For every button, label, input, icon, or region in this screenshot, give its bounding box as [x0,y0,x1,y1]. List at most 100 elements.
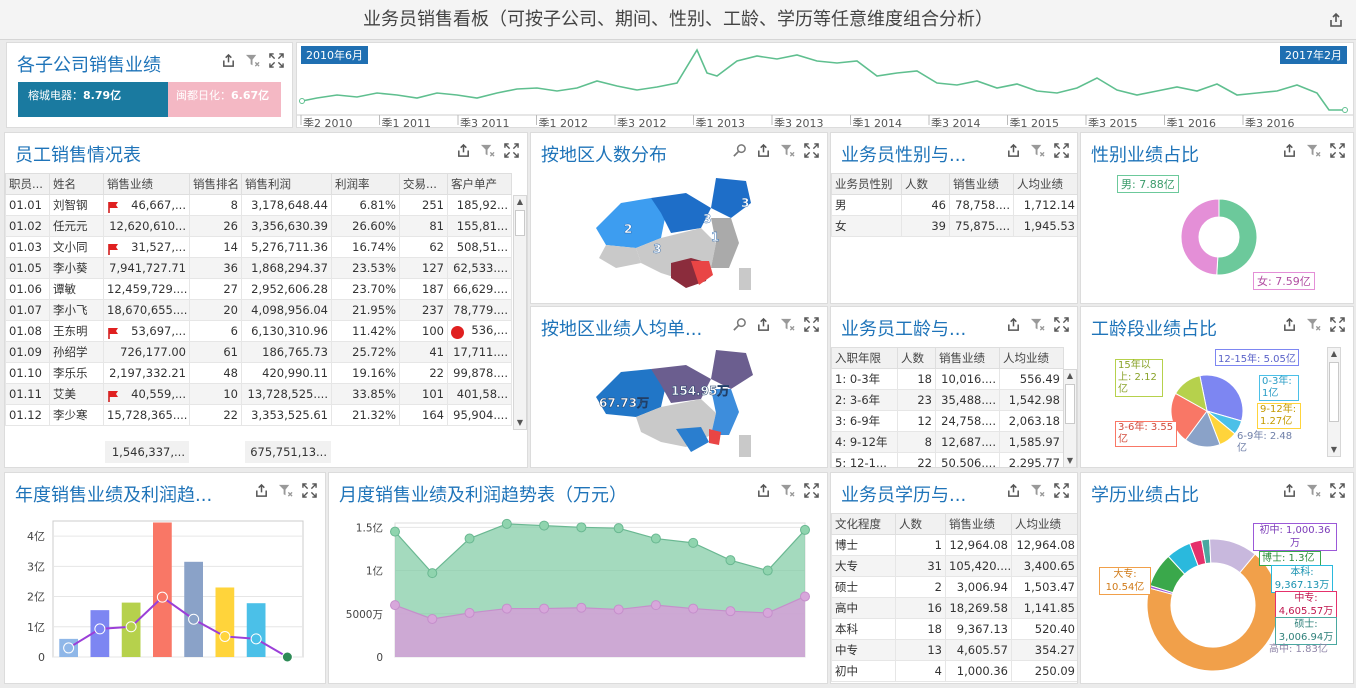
column-header[interactable]: 人均业绩 [1011,513,1077,535]
share-icon[interactable] [1282,143,1297,158]
fullscreen-icon[interactable] [804,143,819,158]
column-header[interactable]: 人均业绩 [1013,173,1077,195]
column-header[interactable]: 人数 [897,347,936,369]
column-header[interactable]: 销售业绩 [949,173,1014,195]
table-row[interactable]: 硕士 2 3,006.94 1,503.47 [831,576,1077,598]
table-row[interactable]: 初中 4 1,000.36 250.09 [831,660,1077,682]
zoom-icon[interactable] [732,317,747,332]
share-icon[interactable] [1006,143,1021,158]
fullscreen-icon[interactable] [1330,317,1345,332]
filter-clear-icon[interactable] [480,143,495,158]
table-row[interactable]: 01.11 艾美 40,559,... 10 13,728,525.... 33.85% 1… [5,383,512,405]
share-icon[interactable] [1328,12,1344,28]
monthly-area-chart[interactable]: 1.5亿 1亿 5000万 0 [329,513,827,683]
table-row[interactable]: 01.09 孙绍学 726,177.00 61 186,765.73 25.72% 41 17… [5,341,512,363]
filter-clear-icon[interactable] [1306,483,1321,498]
table-row[interactable]: 01.07 李小飞 18,670,655.... 20 4,098,956.04 21.9… [5,299,512,321]
fullscreen-icon[interactable] [804,317,819,332]
filter-clear-icon[interactable] [1030,483,1045,498]
filter-clear-icon[interactable] [278,483,293,498]
table-row[interactable]: 男 46 78,758.... 1,712.14 [831,194,1077,216]
china-map[interactable]: 154.95万 67.73万 [591,347,771,465]
filter-clear-icon[interactable] [780,317,795,332]
table-cell: 9,367.13 [945,618,1012,640]
branch-bar-1[interactable]: 榕城电器：8.79亿 [18,82,168,117]
china-map[interactable]: 2 3 3 3 1 [591,173,771,301]
column-header[interactable]: 客户单产 [447,173,512,195]
column-header[interactable]: 职员... [5,173,50,195]
staff-table-scrollbar[interactable]: ▲ ▼ [513,195,527,430]
share-icon[interactable] [1282,483,1297,498]
filter-clear-icon[interactable] [1306,317,1321,332]
share-icon[interactable] [1282,317,1297,332]
table-row[interactable]: 3: 6-9年 12 24,758.... 2,063.18 [831,410,1064,432]
table-row[interactable]: 01.03 文小同 31,527,... 14 5,276,711.36 16.74% 62… [5,236,512,258]
table-row[interactable]: 01.01 刘智钢 46,667,... 8 3,178,648.44 6.81% 251 1… [5,194,512,216]
column-header[interactable]: 销售业绩 [103,173,190,195]
column-header[interactable]: 文化程度 [831,513,896,535]
table-row[interactable]: 01.06 谭敏 12,459,729.... 27 2,952,606.28 23.70… [5,278,512,300]
share-icon[interactable] [1006,483,1021,498]
table-row[interactable]: 01.08 王东明 53,697,... 6 6,130,310.96 11.42% 100… [5,320,512,342]
table-row[interactable]: 2: 3-6年 23 35,488.... 1,542.98 [831,389,1064,411]
column-header[interactable]: 销售排名 [189,173,242,195]
share-icon[interactable] [1006,317,1021,332]
table-row[interactable]: 01.12 李少寒 15,728,365.... 22 3,353,525.61 21.3… [5,404,512,426]
fullscreen-icon[interactable] [504,143,519,158]
fullscreen-icon[interactable] [1330,483,1345,498]
fullscreen-icon[interactable] [1054,317,1069,332]
column-header[interactable]: 销售业绩 [945,513,1012,535]
area-point [762,607,773,618]
tenure-pie-scrollbar[interactable]: ▲ ▼ [1327,347,1341,457]
table-row[interactable]: 博士 1 12,964.08 12,964.08 [831,534,1077,556]
column-header[interactable]: 销售利润 [241,173,332,195]
share-icon[interactable] [254,483,269,498]
table-row[interactable]: 01.10 李乐乐 2,197,332.21 48 420,990.11 19.16% 22… [5,362,512,384]
table-row[interactable]: 01.05 李小葵 7,941,727.71 36 1,868,294.37 23.53%… [5,257,512,279]
share-icon[interactable] [756,143,771,158]
gender-table: 业务员性别 人数 销售业绩 人均业绩男 46 78,758.... 1,712.14 女 39 7… [831,173,1077,237]
share-icon[interactable] [221,53,236,68]
filter-clear-icon[interactable] [1306,143,1321,158]
timeline-chart[interactable]: 季2 2010 季1 2011 季3 2011 季1 2012 季3 2012 季1 20… [297,43,1354,128]
column-header[interactable]: 姓名 [49,173,104,195]
zoom-icon[interactable] [732,143,747,158]
column-header[interactable]: 人数 [895,513,946,535]
column-header[interactable]: 入职年限 [831,347,898,369]
table-row[interactable]: 5: 12-1... 22 50,506.... 2,295.77 [831,452,1064,467]
share-icon[interactable] [456,143,471,158]
tenure-table-scrollbar[interactable]: ▲ ▼ [1063,369,1077,467]
fullscreen-icon[interactable] [1330,143,1345,158]
share-icon[interactable] [756,483,771,498]
fullscreen-icon[interactable] [269,53,284,68]
column-header[interactable]: 人数 [901,173,950,195]
fullscreen-icon[interactable] [804,483,819,498]
column-header[interactable]: 人均业绩 [999,347,1064,369]
table-row[interactable]: 中专 13 4,605.57 354.27 [831,639,1077,661]
table-row[interactable]: 女 39 75,875.... 1,945.53 [831,215,1077,237]
column-header[interactable]: 销售业绩 [935,347,1000,369]
filter-clear-icon[interactable] [780,483,795,498]
branch-bar-2[interactable]: 闽都日化：6.67亿 [168,82,281,117]
fullscreen-icon[interactable] [1054,483,1069,498]
table-row[interactable]: 高中 16 18,269.58 1,141.85 [831,597,1077,619]
fullscreen-icon[interactable] [1054,143,1069,158]
filter-clear-icon[interactable] [1030,317,1045,332]
filter-clear-icon[interactable] [245,53,260,68]
table-row[interactable]: 01.02 任元元 12,620,610... 26 3,356,630.39 26.60… [5,215,512,237]
column-header[interactable]: 交易... [399,173,448,195]
yearly-bar-line-chart[interactable]: 4亿 3亿 2亿 1亿 0 [5,513,325,683]
timeline-panel[interactable]: 2010年6月 2017年2月 季2 2010 季1 2011 季3 2011 季1 … [296,42,1354,128]
filter-clear-icon[interactable] [780,143,795,158]
column-header[interactable]: 业务员性别 [831,173,902,195]
table-row[interactable]: 1: 0-3年 18 10,016.... 556.49 [831,368,1064,390]
map-label: 154.95万 [671,384,729,398]
table-row[interactable]: 大专 31 105,420.... 3,400.65 [831,555,1077,577]
fullscreen-icon[interactable] [302,483,317,498]
table-row[interactable]: 本科 18 9,367.13 520.40 [831,618,1077,640]
share-icon[interactable] [756,317,771,332]
table-row[interactable]: 4: 9-12年 8 12,687.... 1,585.97 [831,431,1064,453]
filter-clear-icon[interactable] [1030,143,1045,158]
column-header[interactable]: 利润率 [331,173,400,195]
panel-title: 按地区人数分布 [541,145,667,166]
